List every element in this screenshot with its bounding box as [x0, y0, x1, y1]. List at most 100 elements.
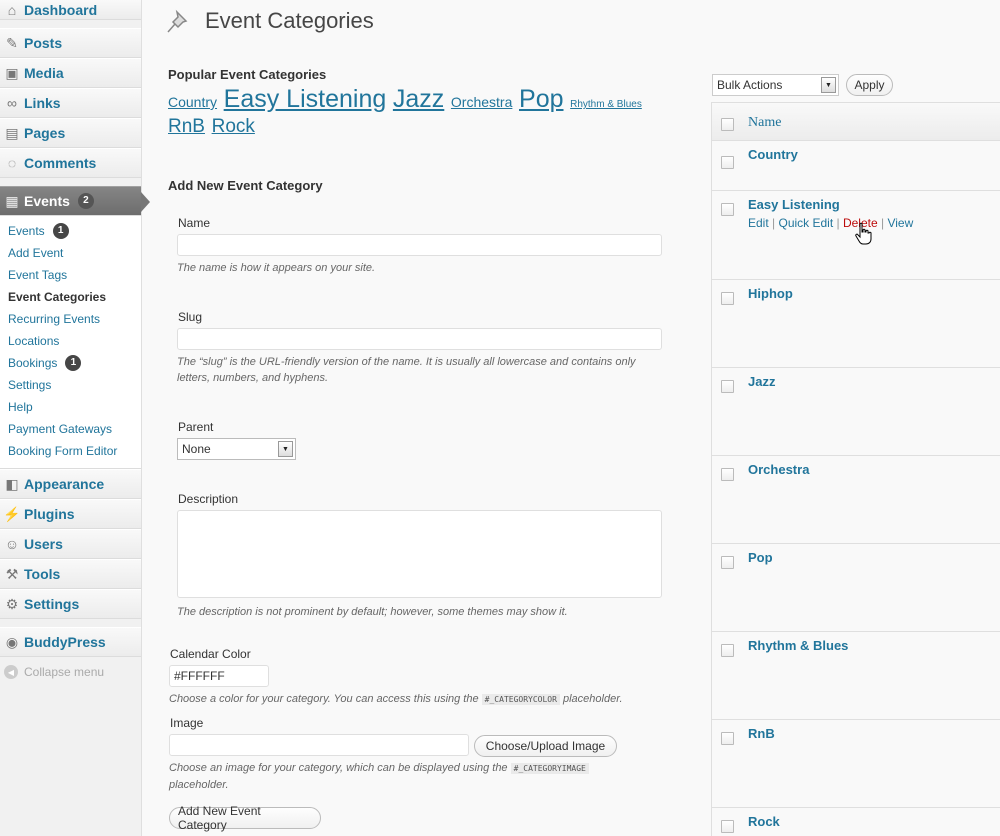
- submenu-label: Event Tags: [8, 268, 68, 282]
- hint-text: placeholder.: [169, 779, 229, 791]
- submenu-locations[interactable]: Locations: [0, 330, 141, 352]
- calendar-color-input[interactable]: #FFFFFF: [169, 665, 269, 687]
- select-all-checkbox[interactable]: [721, 118, 734, 131]
- choose-upload-image-button[interactable]: Choose/Upload Image: [474, 735, 617, 757]
- table-row: Hiphop: [712, 280, 1000, 368]
- view-link[interactable]: View: [887, 216, 913, 230]
- category-name-link[interactable]: Rhythm & Blues: [748, 638, 848, 653]
- menu-users[interactable]: ☺ Users: [0, 529, 141, 559]
- slug-hint-line: The “slug” is the URL-friendly version o…: [177, 356, 636, 368]
- menu-settings[interactable]: ⚙ Settings: [0, 589, 141, 619]
- apply-button[interactable]: Apply: [846, 74, 893, 96]
- row-checkbox[interactable]: [721, 556, 734, 569]
- menu-media[interactable]: ▣ Media: [0, 58, 141, 88]
- home-icon: ⌂: [7, 1, 17, 18]
- submenu-help[interactable]: Help: [0, 396, 141, 418]
- description-textarea[interactable]: [177, 510, 662, 598]
- users-icon: ☺: [4, 536, 20, 552]
- popular-categories-heading: Popular Event Categories: [168, 67, 327, 82]
- page-title: Event Categories: [205, 8, 374, 33]
- row-checkbox[interactable]: [721, 203, 734, 216]
- bulk-actions-select[interactable]: Bulk Actions ▼: [712, 74, 839, 96]
- submenu-event-categories[interactable]: Event Categories: [0, 286, 141, 308]
- submenu-label: Help: [8, 400, 33, 414]
- add-new-category-button[interactable]: Add New Event Category: [169, 804, 321, 832]
- menu-plugins[interactable]: ⚡ Plugins: [0, 499, 141, 529]
- tag-link[interactable]: Country: [168, 94, 217, 110]
- submenu-bookings[interactable]: Bookings 1: [0, 352, 141, 374]
- tag-link[interactable]: RnB: [168, 116, 205, 137]
- menu-label: Media: [24, 65, 64, 81]
- description-label: Description: [178, 492, 239, 506]
- menu-dashboard[interactable]: ⌂ Dashboard: [0, 0, 141, 20]
- submenu-add-event[interactable]: Add Event: [0, 242, 141, 264]
- slug-hint-line: letters, numbers, and hyphens.: [177, 372, 329, 384]
- tag-link[interactable]: Jazz: [393, 85, 444, 113]
- calendar-color-hint: Choose a color for your category. You ca…: [169, 691, 623, 708]
- row-checkbox[interactable]: [721, 644, 734, 657]
- pin-icon: ✎: [6, 34, 18, 51]
- submenu-event-tags[interactable]: Event Tags: [0, 264, 141, 286]
- categories-table: Name Country Easy Listening Edit | Quick…: [711, 102, 1000, 836]
- bookings-badge: 1: [65, 355, 82, 371]
- add-new-heading: Add New Event Category: [168, 178, 323, 193]
- tag-link[interactable]: Pop: [519, 85, 563, 113]
- row-checkbox[interactable]: [721, 732, 734, 745]
- category-name-link[interactable]: Orchestra: [748, 462, 809, 477]
- tag-link[interactable]: Easy Listening: [224, 85, 387, 113]
- category-name-link[interactable]: Hiphop: [748, 286, 793, 301]
- parent-select[interactable]: None ▼: [177, 438, 296, 460]
- row-checkbox[interactable]: [721, 380, 734, 393]
- tag-link[interactable]: Rock: [212, 116, 255, 137]
- settings-icon: ⚙: [5, 595, 19, 612]
- tag-link[interactable]: Orchestra: [451, 94, 512, 110]
- collapse-menu-button[interactable]: ◀ Collapse menu: [0, 657, 141, 687]
- submenu-booking-form-editor[interactable]: Booking Form Editor: [0, 440, 141, 462]
- name-input[interactable]: [177, 234, 662, 256]
- menu-label: Tools: [24, 566, 61, 582]
- category-name-link[interactable]: RnB: [748, 726, 775, 741]
- submenu-settings[interactable]: Settings: [0, 374, 141, 396]
- events-submenu: Events 1 Add Event Event Tags Event Categ…: [0, 216, 141, 469]
- menu-pages[interactable]: ▤ Pages: [0, 118, 141, 148]
- row-checkbox[interactable]: [721, 292, 734, 305]
- menu-links[interactable]: ∞ Links: [0, 88, 141, 118]
- buddypress-icon: ◉: [5, 633, 19, 650]
- menu-label: Pages: [24, 125, 66, 141]
- submenu-recurring-events[interactable]: Recurring Events: [0, 308, 141, 330]
- row-checkbox[interactable]: [721, 468, 734, 481]
- menu-buddypress[interactable]: ◉ BuddyPress: [0, 627, 141, 657]
- image-hint: Choose an image for your category, which…: [169, 760, 689, 793]
- menu-label: Settings: [24, 596, 80, 612]
- edit-link[interactable]: Edit: [748, 216, 769, 230]
- menu-label: Posts: [24, 35, 63, 51]
- table-row: Pop: [712, 544, 1000, 632]
- image-input[interactable]: [169, 734, 469, 756]
- menu-label: Links: [24, 95, 61, 111]
- row-checkbox[interactable]: [721, 156, 734, 169]
- menu-comments[interactable]: ◌ Comments: [0, 148, 141, 178]
- menu-appearance[interactable]: ◧ Appearance: [0, 469, 141, 499]
- category-name-link[interactable]: Rock: [748, 814, 780, 829]
- submenu-label: Bookings: [8, 356, 58, 370]
- collapse-arrow-icon: ◀: [4, 665, 18, 679]
- quick-edit-link[interactable]: Quick Edit: [778, 216, 833, 230]
- category-name-link[interactable]: Jazz: [748, 374, 775, 389]
- slug-input[interactable]: [177, 328, 662, 350]
- category-name-link[interactable]: Easy Listening: [748, 197, 840, 212]
- menu-events[interactable]: ▦ Events 2: [0, 186, 150, 216]
- submenu-events[interactable]: Events 1: [0, 220, 141, 242]
- row-checkbox[interactable]: [721, 820, 734, 833]
- submenu-payment-gateways[interactable]: Payment Gateways: [0, 418, 141, 440]
- column-name-header[interactable]: Name: [748, 115, 781, 131]
- category-name-link[interactable]: Pop: [748, 550, 773, 565]
- row-actions: Edit | Quick Edit | Delete | View: [748, 216, 914, 230]
- menu-tools[interactable]: ⚒ Tools: [0, 559, 141, 589]
- category-name-link[interactable]: Country: [748, 147, 798, 162]
- menu-label: Comments: [24, 155, 97, 171]
- description-hint: The description is not prominent by defa…: [177, 606, 568, 618]
- bulk-actions-value: Bulk Actions: [717, 78, 783, 92]
- tag-link[interactable]: Rhythm & Blues: [570, 99, 642, 110]
- hint-text: Choose an image for your category, which…: [169, 762, 508, 774]
- menu-posts[interactable]: ✎ Posts: [0, 28, 141, 58]
